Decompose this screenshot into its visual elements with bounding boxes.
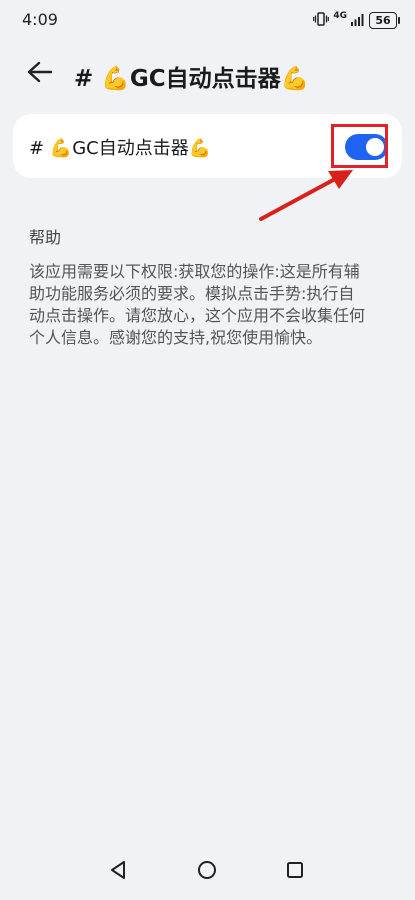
circle-home-icon (197, 860, 217, 884)
nav-back-button[interactable] (100, 854, 136, 890)
toggle-highlight-box (331, 124, 388, 168)
vibrate-icon (313, 11, 330, 30)
triangle-back-icon (109, 860, 127, 884)
back-button[interactable] (22, 56, 58, 92)
status-time: 4:09 (22, 10, 58, 29)
arrow-left-icon (27, 61, 53, 87)
square-recents-icon (286, 861, 304, 883)
network-type-label: 4G (333, 10, 347, 21)
status-icons: 4G 56 (313, 10, 400, 30)
page-title: # 💪GC自动点击器💪 (74, 66, 310, 92)
status-bar: 4:09 4G 56 (0, 0, 415, 40)
signal-icon (351, 11, 365, 30)
navigation-bar (0, 844, 415, 900)
nav-recents-button[interactable] (277, 854, 313, 890)
help-text: 该应用需要以下权限:获取您的操作:这是所有辅助功能服务必须的要求。模拟点击手势:… (29, 262, 366, 347)
app-header: # 💪GC自动点击器💪 (0, 52, 415, 96)
service-label: # 💪GC自动点击器💪 (29, 138, 212, 159)
help-title: 帮助 (29, 228, 62, 247)
nav-home-button[interactable] (189, 854, 225, 890)
battery-indicator: 56 (369, 12, 400, 29)
screen: 4:09 4G 56 # 💪GC自动点击器💪 # 💪GC自动点击器💪 帮助 该应… (0, 0, 415, 900)
annotation-arrow-icon (255, 165, 365, 229)
